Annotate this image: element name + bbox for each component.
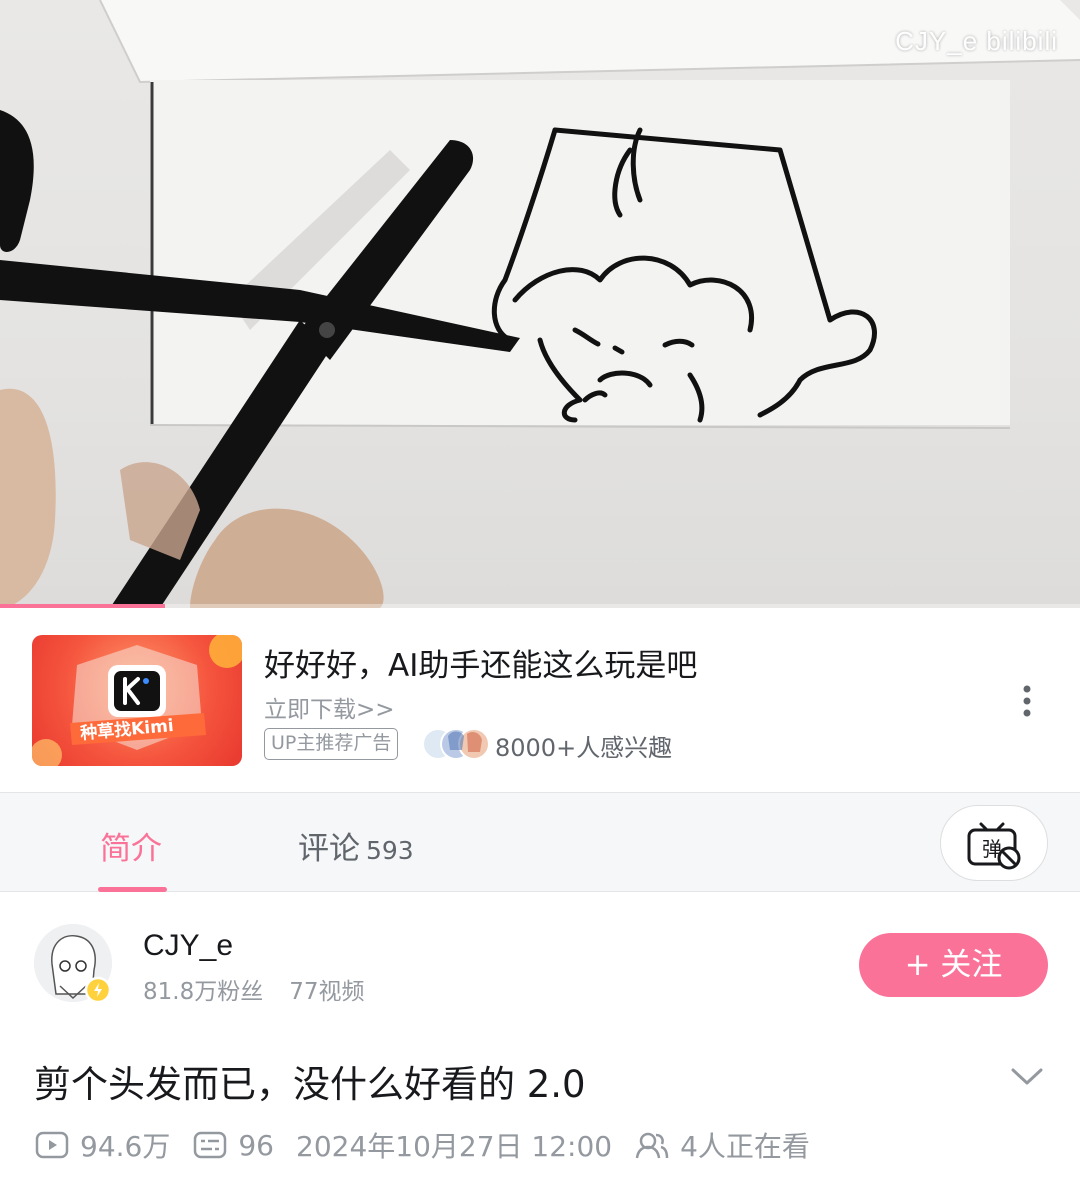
video-frame — [0, 0, 1080, 608]
watching-count: 4人正在看 — [680, 1130, 810, 1163]
tab-active-indicator — [98, 887, 167, 892]
video-meta: 94.6万 96 2024年10月27日 12:00 4人正在看 — [34, 1125, 810, 1165]
interested-users-avatars — [422, 728, 490, 760]
danmaku-count: 96 — [238, 1128, 274, 1162]
view-count: 94.6万 — [80, 1130, 171, 1163]
follow-button[interactable]: + 关注 — [859, 933, 1048, 997]
play-count-icon — [35, 1131, 69, 1159]
ad-interest-count: 8000+人感兴趣 — [495, 734, 673, 762]
more-vertical-icon[interactable] — [1013, 681, 1041, 721]
uploader-name[interactable]: CJY_e — [143, 929, 233, 963]
uploader-stats: 81.8万粉丝 77视频 — [143, 972, 365, 1006]
uploader-fans: 81.8万粉丝 — [143, 979, 264, 1005]
publish-date: 2024年10月27日 12:00 — [296, 1130, 613, 1163]
tab-comments-count: 593 — [366, 836, 414, 865]
uploader-avatar[interactable] — [34, 924, 112, 1004]
bilibili-watermark: CJY_e bilibili — [895, 26, 1058, 56]
ad-thumbnail[interactable]: 种草找Kimi — [32, 635, 242, 766]
ad-download-link[interactable]: 立即下载>> — [264, 690, 395, 724]
watching-people-icon — [635, 1132, 669, 1159]
video-title: 剪个头发而已，没什么好看的 2.0 — [34, 1063, 586, 1106]
tab-intro[interactable]: 简介 — [100, 823, 162, 868]
ad-card[interactable]: 种草找Kimi 好好好，AI助手还能这么玩是吧 立即下载>> UP主推荐广告 8… — [0, 608, 1080, 792]
danmaku-count-icon — [194, 1131, 227, 1159]
ad-thumbnail-art — [32, 635, 242, 766]
verified-badge-icon — [84, 976, 112, 1004]
video-player[interactable]: CJY_e bilibili — [0, 0, 1080, 608]
uploader-video-count: 77视频 — [289, 979, 365, 1005]
tab-comments-label: 评论 — [298, 831, 360, 867]
tab-bar: 简介 评论 593 弹 — [0, 792, 1080, 892]
tab-comments[interactable]: 评论 593 — [298, 823, 414, 868]
danmaku-off-icon: 弹 — [967, 822, 1021, 870]
danmaku-toggle-button[interactable]: 弹 — [940, 805, 1048, 881]
ad-title[interactable]: 好好好，AI助手还能这么玩是吧 — [264, 640, 697, 685]
chevron-down-icon[interactable] — [1010, 1066, 1044, 1088]
ad-badge: UP主推荐广告 — [264, 728, 399, 760]
